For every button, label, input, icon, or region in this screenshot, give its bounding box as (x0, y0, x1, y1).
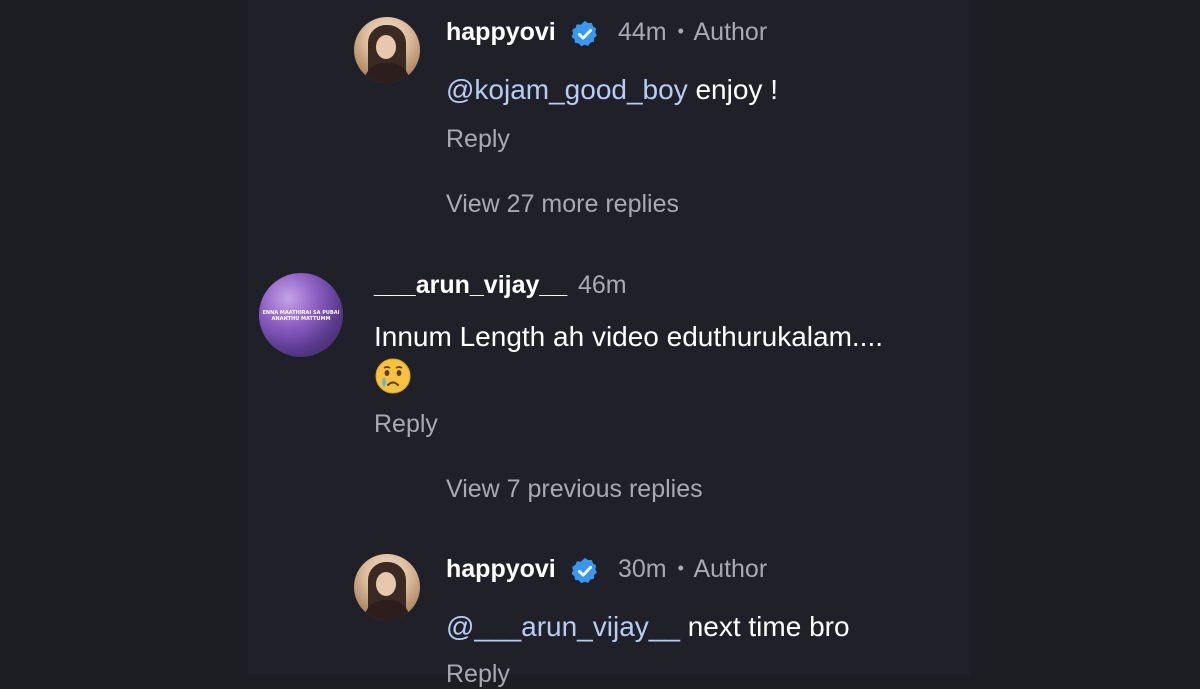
mention-link[interactable]: @kojam_good_boy (446, 74, 688, 105)
reply-button[interactable]: Reply (374, 410, 438, 439)
timestamp: 44m (618, 18, 667, 46)
reply-button[interactable]: Reply (446, 125, 510, 154)
comment-meta: 44m • Author (618, 18, 767, 47)
mention-link[interactable]: @___arun_vijay__ (446, 611, 680, 642)
username[interactable]: ___arun_vijay__ (374, 271, 567, 300)
comment-body: Innum Length ah video eduthurukalam.... (374, 321, 884, 352)
comment-body: next time bro (679, 611, 850, 642)
comment-body: enjoy ! (687, 74, 778, 105)
timestamp: 30m (618, 555, 667, 583)
view-previous-replies-button[interactable]: View 7 previous replies (446, 475, 703, 504)
comment-meta: 30m • Author (618, 555, 767, 584)
comments-panel: happyovi 44m • Author @kojam_good_boy en… (248, 0, 970, 688)
timestamp: 46m (578, 271, 627, 299)
avatar-happyovi[interactable] (354, 554, 420, 620)
avatar-arun-vijay[interactable]: ENNA MAATHIRAI SA PUBAI ANANTHU MATTUMM (259, 273, 343, 357)
avatar-happyovi[interactable] (354, 17, 420, 83)
author-tag: Author (693, 18, 768, 46)
view-more-replies-button[interactable]: View 27 more replies (446, 190, 679, 219)
separator: • (677, 558, 684, 578)
comment-text: @kojam_good_boy enjoy ! (446, 74, 778, 106)
verified-badge-icon (571, 20, 597, 47)
username[interactable]: happyovi (446, 555, 556, 584)
comment-text: @___arun_vijay__ next time bro (446, 611, 850, 643)
crying-face-icon (375, 358, 411, 394)
author-tag: Author (693, 555, 768, 583)
verified-badge-icon (571, 557, 597, 584)
separator: • (677, 21, 684, 41)
username[interactable]: happyovi (446, 18, 556, 47)
avatar-text: ENNA MAATHIRAI SA PUBAI ANANTHU MATTUMM (262, 310, 340, 322)
